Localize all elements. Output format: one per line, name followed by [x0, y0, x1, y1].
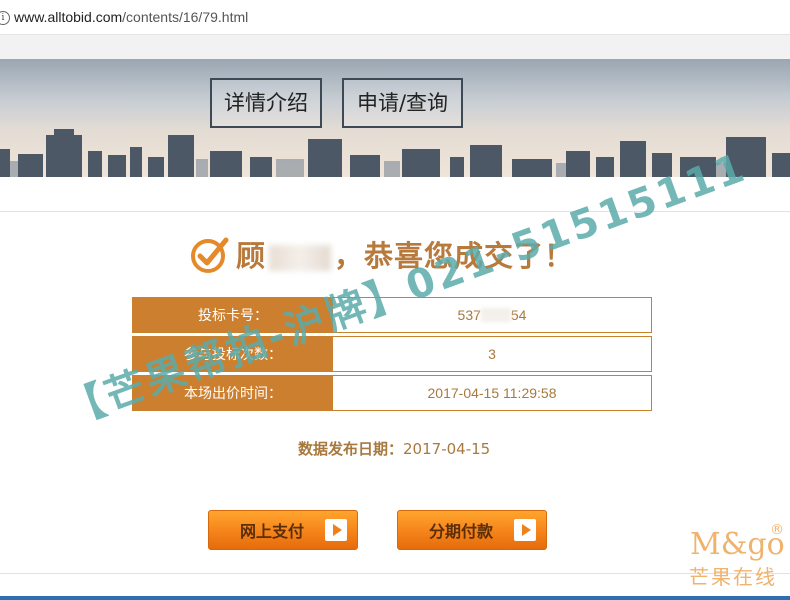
online-pay-button[interactable]: 网上支付	[208, 510, 358, 550]
info-icon[interactable]: i	[0, 11, 10, 25]
logo-chinese: 芒果在线	[689, 565, 777, 589]
installment-button[interactable]: 分期付款	[397, 510, 547, 550]
publish-date: 数据发布日期：2017-04-15	[298, 438, 490, 459]
publish-date-value: 2017-04-15	[403, 440, 491, 458]
footer-divider	[0, 573, 790, 574]
installment-label: 分期付款	[428, 522, 493, 541]
publish-date-label: 数据发布日期：	[298, 440, 404, 458]
url-domain: www.alltobid.com	[14, 9, 123, 25]
card-number-suffix: 54	[510, 307, 527, 323]
details-button[interactable]: 详情介绍	[210, 78, 322, 128]
check-circle-icon	[191, 237, 229, 273]
greeting-surname: 顾	[236, 239, 267, 273]
online-pay-label: 网上支付	[239, 522, 304, 541]
apply-query-button[interactable]: 申请/查询	[342, 78, 463, 128]
arrow-right-icon	[514, 519, 536, 541]
footer-bar	[0, 596, 790, 600]
url-path: /contents/16/79.html	[122, 9, 249, 25]
arrow-right-icon	[325, 519, 347, 541]
registered-mark: ®	[770, 522, 784, 538]
bid-time-value: 2017-04-15 11:29:58	[333, 376, 651, 410]
card-number-prefix: 537	[457, 307, 481, 323]
card-number-mask	[480, 308, 511, 322]
toolbar-strip	[0, 35, 790, 59]
url-text[interactable]: www.alltobid.com/contents/16/79.html	[14, 9, 248, 25]
address-bar[interactable]: i www.alltobid.com/contents/16/79.html	[0, 0, 790, 35]
name-mask	[269, 245, 332, 271]
bid-count-value: 3	[333, 337, 651, 371]
